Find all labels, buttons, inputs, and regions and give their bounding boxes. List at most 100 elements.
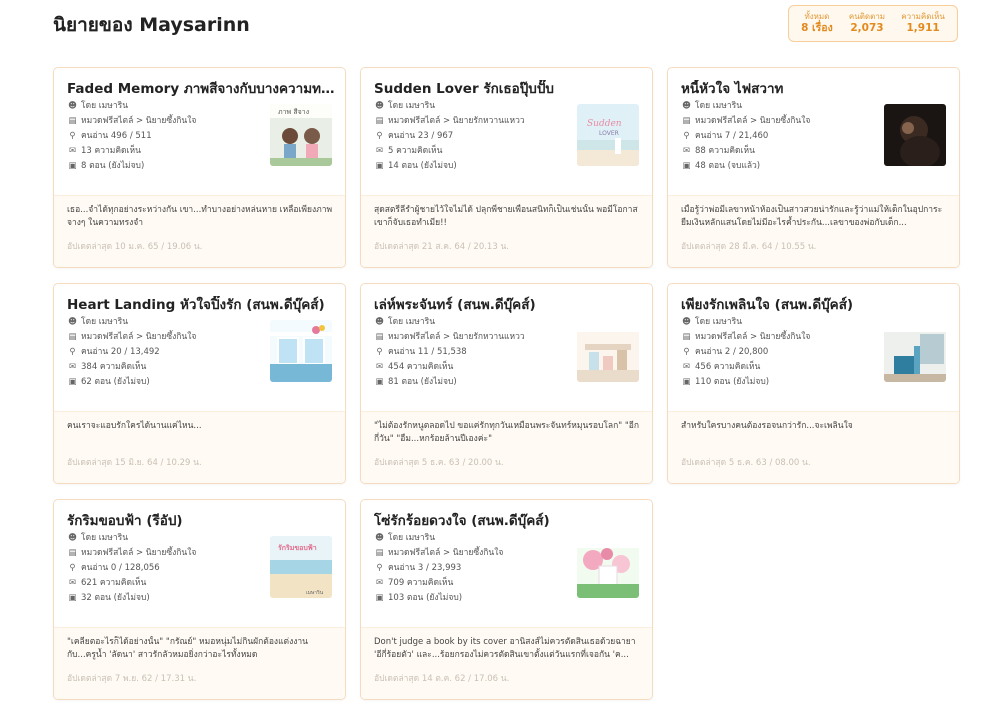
novel-category[interactable]: ▤ หมวดฟรีสไตล์ > นิยายซึ้งกินใจ (681, 114, 881, 129)
novel-title[interactable]: เพียงรักเพลินใจ (สนพ.ดีบุ๊คส์) (681, 296, 949, 314)
novel-card[interactable]: หนี้หัวใจ ไฟสวาท ☻ โดย เมษาริน ▤ หมวดฟรี… (667, 67, 960, 268)
card-footer: เธอ...จำได้ทุกอย่างระหว่างกัน เขา...ทำบา… (54, 195, 345, 267)
card-footer: สำหรับใครบางคนต้องรอจนกว่ารัก...จะเพลินใ… (668, 411, 959, 483)
book-icon: ▤ (375, 116, 384, 126)
novel-title[interactable]: Sudden Lover รักเธอปุ๊บปั๊บ (374, 80, 642, 98)
svg-text:รักริมขอบฟ้า: รักริมขอบฟ้า (278, 543, 317, 552)
novel-episodes: ▣ 32 ตอน (ยังไม่จบ) (67, 591, 267, 606)
novel-cover[interactable] (884, 320, 946, 382)
stat-total: ทั้งหมด 8 เรื่อง (801, 12, 833, 35)
novel-description: คนเราจะแอบรักใครได้นานแค่ไหน... (67, 421, 202, 431)
category-text: หมวดฟรีสไตล์ > นิยายซึ้งกินใจ (81, 548, 197, 558)
card-footer: คนเราจะแอบรักใครได้นานแค่ไหน... อัปเดตล่… (54, 411, 345, 483)
novel-author[interactable]: ☻ โดย เมษาริน (67, 531, 267, 546)
novel-author[interactable]: ☻ โดย เมษาริน (374, 99, 574, 114)
category-text: หมวดฟรีสไตล์ > นิยายซึ้งกินใจ (695, 332, 811, 342)
search-icon: ⚲ (683, 347, 690, 357)
novel-card[interactable]: Sudden Lover รักเธอปุ๊บปั๊บ ☻ โดย เมษาริ… (360, 67, 653, 268)
novel-author[interactable]: ☻ โดย เมษาริน (67, 99, 267, 114)
novel-cover[interactable] (270, 320, 332, 382)
novel-card[interactable]: Faded Memory ภาพสีจางกับบางความทรงจำ ☻ โ… (53, 67, 346, 268)
novel-episodes: ▣ 81 ตอน (ยังไม่จบ) (374, 375, 574, 390)
speech-bubble-icon: ✉ (68, 362, 77, 372)
book-icon: ▤ (682, 116, 691, 126)
stat-label: ทั้งหมด (804, 11, 830, 21)
book-icon: ▤ (68, 116, 77, 126)
novel-readers: ⚲ คนอ่าน 11 / 51,538 (374, 345, 574, 360)
speech-bubble-icon: ✉ (375, 362, 384, 372)
category-text: หมวดฟรีสไตล์ > นิยายซึ้งกินใจ (695, 116, 811, 126)
novel-comments: ✉ 709 ความคิดเห็น (374, 576, 574, 591)
card-footer: เมื่อรู้ว่าพ่อมีเลขาหน้าห้องเป็นสาวสวยน่… (668, 195, 959, 267)
novel-readers: ⚲ คนอ่าน 2 / 20,800 (681, 345, 881, 360)
novel-title[interactable]: รักริมขอบฟ้า (รีอัป) (67, 512, 335, 530)
stat-label: คนติดตาม (848, 11, 886, 21)
card-header: หนี้หัวใจ ไฟสวาท ☻ โดย เมษาริน ▤ หมวดฟรี… (668, 68, 959, 195)
novel-title[interactable]: Heart Landing หัวใจปิ๊งรัก (สนพ.ดีบุ๊คส์… (67, 296, 335, 314)
novel-category[interactable]: ▤ หมวดฟรีสไตล์ > นิยายซึ้งกินใจ (681, 330, 881, 345)
novel-card[interactable]: เพียงรักเพลินใจ (สนพ.ดีบุ๊คส์) ☻ โดย เมษ… (667, 283, 960, 484)
speech-bubble-icon: ✉ (68, 578, 77, 588)
document-icon: ▣ (375, 161, 384, 171)
book-icon: ▤ (68, 332, 77, 342)
card-header: รักริมขอบฟ้า (รีอัป) ☻ โดย เมษาริน ▤ หมว… (54, 500, 345, 627)
novel-category[interactable]: ▤ หมวดฟรีสไตล์ > นิยายซึ้งกินใจ (67, 114, 267, 129)
readers-text: คนอ่าน 23 / 967 (388, 131, 454, 141)
user-circle-icon: ☻ (375, 533, 384, 543)
document-icon: ▣ (682, 161, 691, 171)
novel-episodes: ▣ 62 ตอน (ยังไม่จบ) (67, 375, 267, 390)
novel-category[interactable]: ▤ หมวดฟรีสไตล์ > นิยายรักหวานแหวว (374, 114, 574, 129)
book-icon: ▤ (682, 332, 691, 342)
novel-title[interactable]: หนี้หัวใจ ไฟสวาท (681, 80, 949, 98)
user-circle-icon: ☻ (375, 317, 384, 327)
document-icon: ▣ (375, 593, 384, 603)
readers-text: คนอ่าน 3 / 23,993 (388, 563, 462, 573)
novel-cover[interactable] (577, 536, 639, 598)
speech-bubble-icon: ✉ (682, 362, 691, 372)
novel-title[interactable]: Faded Memory ภาพสีจางกับบางความทรงจำ (67, 80, 335, 98)
novel-comments: ✉ 5 ความคิดเห็น (374, 144, 574, 159)
novel-description: Don't judge a book by its cover อานิสงส์… (374, 637, 636, 660)
episodes-text: 110 ตอน (ยังไม่จบ) (695, 377, 770, 387)
novel-title[interactable]: โซ่รักร้อยดวงใจ (สนพ.ดีบุ๊คส์) (374, 512, 642, 530)
card-header: Heart Landing หัวใจปิ๊งรัก (สนพ.ดีบุ๊คส์… (54, 284, 345, 411)
comments-text: 88 ความคิดเห็น (695, 146, 755, 156)
author-text: โดย เมษาริน (388, 101, 436, 111)
novel-cover[interactable] (884, 104, 946, 166)
novel-category[interactable]: ▤ หมวดฟรีสไตล์ > นิยายซึ้งกินใจ (67, 330, 267, 345)
novel-cover[interactable]: รักริมขอบฟ้า เมษาริน (270, 536, 332, 598)
stat-label: ความคิดเห็น (901, 11, 945, 21)
novel-author[interactable]: ☻ โดย เมษาริน (681, 99, 881, 114)
novel-category[interactable]: ▤ หมวดฟรีสไตล์ > นิยายรักหวานแหวว (374, 330, 574, 345)
novel-author[interactable]: ☻ โดย เมษาริน (374, 315, 574, 330)
speech-bubble-icon: ✉ (682, 146, 691, 156)
author-text: โดย เมษาริน (388, 533, 436, 543)
card-footer: "ไม่ต้องรักหนูตลอดไป ขอแค่รักทุกวันเหมือ… (361, 411, 652, 483)
card-footer: สุดสตรีลีรำผู้ชายไว้ใจไม่ได้ ปลุกพี่ชายเ… (361, 195, 652, 267)
novel-category[interactable]: ▤ หมวดฟรีสไตล์ > นิยายซึ้งกินใจ (67, 546, 267, 561)
comments-text: 384 ความคิดเห็น (81, 362, 147, 372)
novel-title[interactable]: เล่ห์พระจันทร์ (สนพ.ดีบุ๊คส์) (374, 296, 642, 314)
user-circle-icon: ☻ (682, 101, 691, 111)
novel-author[interactable]: ☻ โดย เมษาริน (374, 531, 574, 546)
comments-text: 621 ความคิดเห็น (81, 578, 147, 588)
novel-author[interactable]: ☻ โดย เมษาริน (681, 315, 881, 330)
novel-episodes: ▣ 8 ตอน (ยังไม่จบ) (67, 159, 267, 174)
svg-text:LOVER: LOVER (599, 130, 619, 137)
novel-card[interactable]: เล่ห์พระจันทร์ (สนพ.ดีบุ๊คส์) ☻ โดย เมษา… (360, 283, 653, 484)
novel-cover[interactable]: Sudden LOVER (577, 104, 639, 166)
novel-card[interactable]: Heart Landing หัวใจปิ๊งรัก (สนพ.ดีบุ๊คส์… (53, 283, 346, 484)
readers-text: คนอ่าน 7 / 21,460 (695, 131, 769, 141)
novel-comments: ✉ 384 ความคิดเห็น (67, 360, 267, 375)
novel-category[interactable]: ▤ หมวดฟรีสไตล์ > นิยายซึ้งกินใจ (374, 546, 574, 561)
novel-cover[interactable]: ภาพ สีจาง (270, 104, 332, 166)
novel-card[interactable]: โซ่รักร้อยดวงใจ (สนพ.ดีบุ๊คส์) ☻ โดย เมษ… (360, 499, 653, 700)
comments-text: 13 ความคิดเห็น (81, 146, 141, 156)
svg-text:ภาพ สีจาง: ภาพ สีจาง (278, 108, 309, 116)
novel-cover[interactable] (577, 320, 639, 382)
novel-description: เธอ...จำได้ทุกอย่างระหว่างกัน เขา...ทำบา… (67, 205, 333, 228)
author-text: โดย เมษาริน (81, 533, 129, 543)
novel-card[interactable]: รักริมขอบฟ้า (รีอัป) ☻ โดย เมษาริน ▤ หมว… (53, 499, 346, 700)
readers-text: คนอ่าน 496 / 511 (81, 131, 152, 141)
novel-author[interactable]: ☻ โดย เมษาริน (67, 315, 267, 330)
